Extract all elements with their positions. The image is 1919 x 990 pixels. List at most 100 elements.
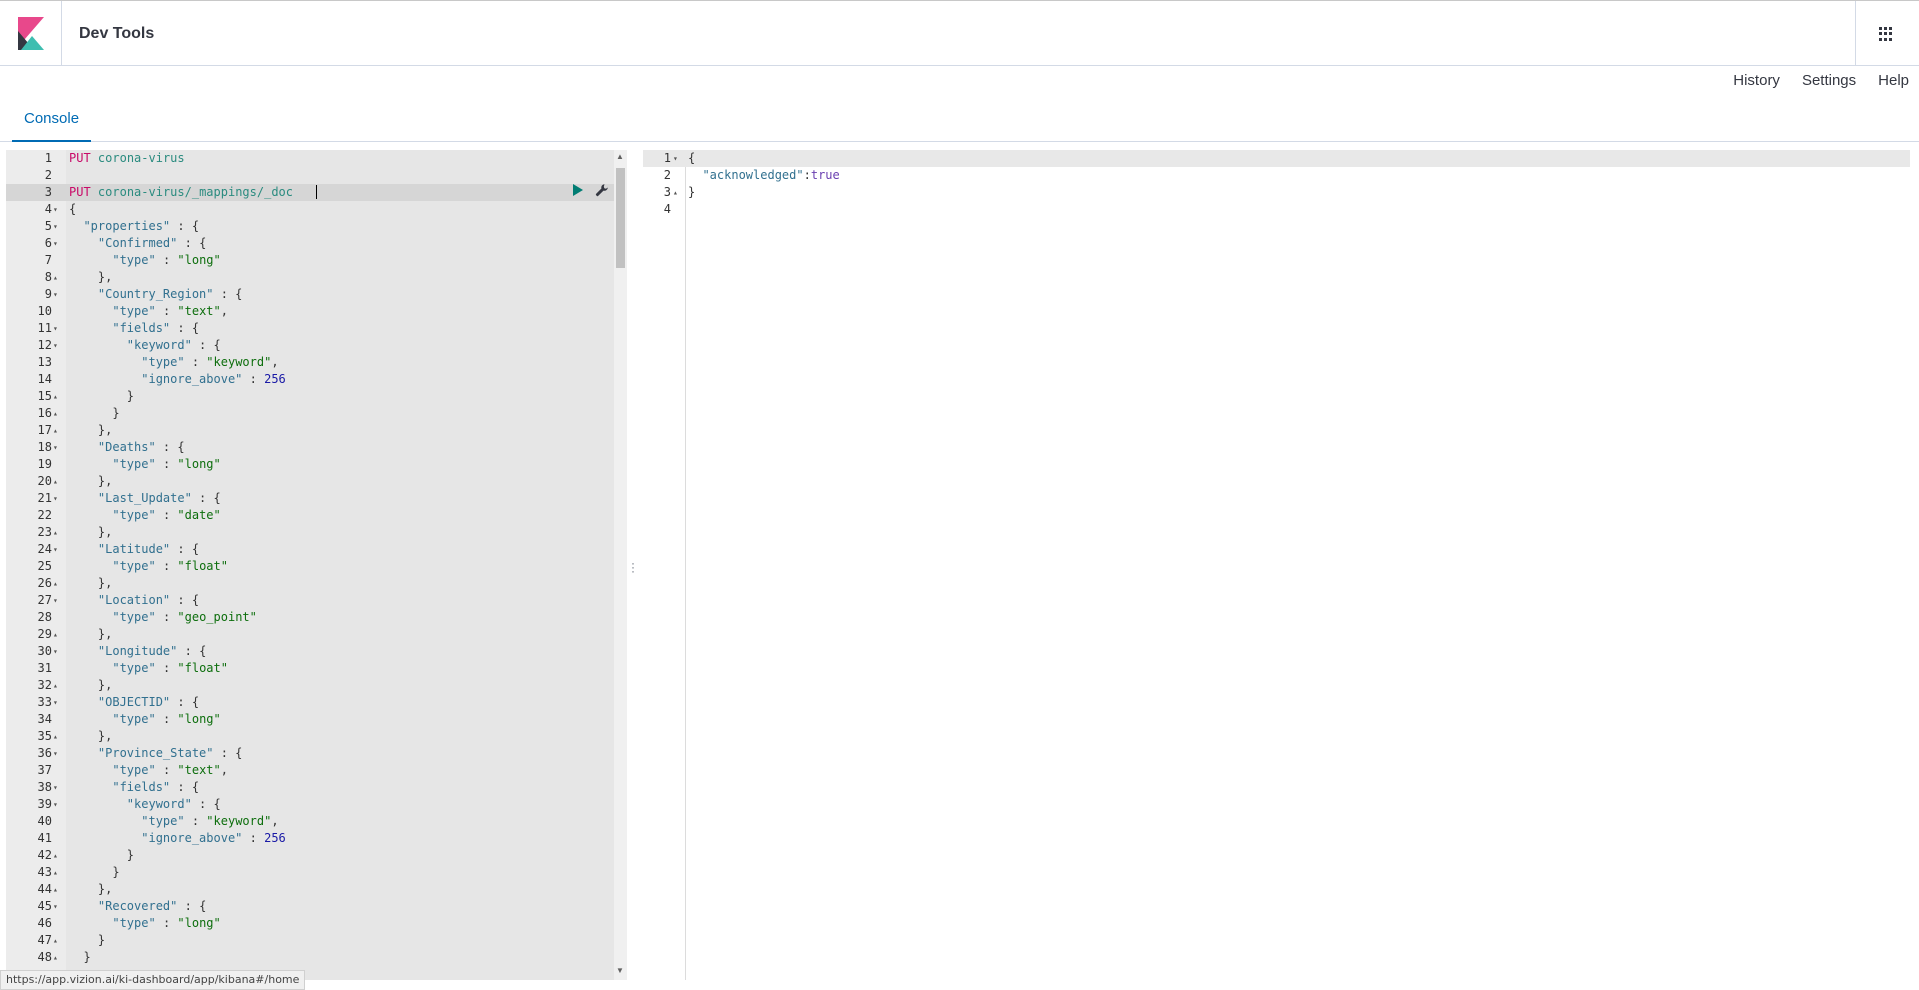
editor-line[interactable]: 8 ▴ },	[6, 269, 627, 286]
editor-line[interactable]: 46 "type" : "long"	[6, 915, 627, 932]
kibana-logo[interactable]	[18, 17, 44, 50]
help-link[interactable]: Help	[1878, 72, 1909, 92]
editor-line[interactable]: 44 ▴ },	[6, 881, 627, 898]
editor-line[interactable]: 2	[6, 167, 627, 184]
fold-arrow-icon[interactable]: ▴	[53, 473, 63, 490]
line-number: 29	[37, 627, 52, 641]
editor-line[interactable]: 41 "ignore_above" : 256	[6, 830, 627, 847]
editor-line[interactable]: 45 ▾ "Recovered" : {	[6, 898, 627, 915]
editor-line[interactable]: 24 ▾ "Latitude" : {	[6, 541, 627, 558]
fold-arrow-icon[interactable]: ▾	[53, 745, 63, 762]
fold-arrow-icon[interactable]: ▴	[53, 847, 63, 864]
editor-line[interactable]: 25 "type" : "float"	[6, 558, 627, 575]
editor-line[interactable]: 9 ▾ "Country_Region" : {	[6, 286, 627, 303]
editor-line[interactable]: 27 ▾ "Location" : {	[6, 592, 627, 609]
editor-line[interactable]: 26 ▴ },	[6, 575, 627, 592]
fold-arrow-icon[interactable]: ▾	[53, 337, 63, 354]
fold-arrow-icon[interactable]: ▴	[53, 626, 63, 643]
editor-line[interactable]: 33 ▾ "OBJECTID" : {	[6, 694, 627, 711]
fold-arrow-icon[interactable]: ▴	[53, 728, 63, 745]
settings-link[interactable]: Settings	[1802, 72, 1856, 92]
editor-line[interactable]: 22 "type" : "date"	[6, 507, 627, 524]
scroll-up-arrow-icon[interactable]: ▲	[616, 152, 624, 161]
code-text: "type" : "long"	[112, 712, 221, 726]
fold-arrow-icon[interactable]: ▴	[53, 388, 63, 405]
fold-arrow-icon[interactable]: ▴	[53, 269, 63, 286]
editor-line[interactable]: 12 ▾ "keyword" : {	[6, 337, 627, 354]
editor-line[interactable]: 30 ▾ "Longitude" : {	[6, 643, 627, 660]
editor-line[interactable]: 23 ▴ },	[6, 524, 627, 541]
editor-line[interactable]: 7 "type" : "long"	[6, 252, 627, 269]
app-title: Dev Tools	[79, 25, 155, 42]
scroll-thumb[interactable]	[616, 168, 625, 268]
fold-arrow-icon[interactable]: ▴	[53, 949, 63, 966]
fold-arrow-icon[interactable]: ▴	[53, 524, 63, 541]
editor-line[interactable]: 11 ▾ "fields" : {	[6, 320, 627, 337]
line-number: 2	[44, 168, 52, 182]
response-output[interactable]: 1 ▾{2 "acknowledged":true 3 ▴} 4	[643, 150, 1910, 980]
app-grid-icon[interactable]	[1879, 27, 1893, 41]
fold-arrow-icon[interactable]: ▾	[53, 286, 63, 303]
fold-arrow-icon[interactable]: ▴	[53, 575, 63, 592]
fold-arrow-icon[interactable]: ▴	[53, 405, 63, 422]
editor-scrollbar[interactable]: ▲ ▼	[614, 150, 627, 980]
fold-arrow-icon[interactable]: ▾	[53, 439, 63, 456]
editor-line[interactable]: 17 ▴ },	[6, 422, 627, 439]
editor-line[interactable]: 21 ▾ "Last_Update" : {	[6, 490, 627, 507]
panel-resizer[interactable]: · · ·	[631, 557, 637, 577]
fold-arrow-icon[interactable]: ▾	[53, 490, 63, 507]
fold-arrow-icon[interactable]: ▾	[53, 796, 63, 813]
request-editor[interactable]: 1 PUT corona-virus 2 3 PUT corona-virus/_map…	[6, 150, 627, 980]
fold-arrow-icon[interactable]: ▴	[53, 864, 63, 881]
fold-arrow-icon[interactable]: ▾	[53, 592, 63, 609]
editor-line[interactable]: 13 "type" : "keyword",	[6, 354, 627, 371]
editor-line[interactable]: 18 ▾ "Deaths" : {	[6, 439, 627, 456]
wrench-icon[interactable]	[595, 183, 609, 197]
editor-line[interactable]: 32 ▴ },	[6, 677, 627, 694]
fold-arrow-icon[interactable]: ▴	[53, 881, 63, 898]
editor-line[interactable]: 19 "type" : "long"	[6, 456, 627, 473]
fold-arrow-icon[interactable]: ▴	[53, 932, 63, 949]
editor-line[interactable]: 29 ▴ },	[6, 626, 627, 643]
play-icon[interactable]	[573, 184, 583, 196]
editor-line[interactable]: 6 ▾ "Confirmed" : {	[6, 235, 627, 252]
editor-line[interactable]: 34 "type" : "long"	[6, 711, 627, 728]
history-link[interactable]: History	[1733, 72, 1780, 92]
editor-line[interactable]: 40 "type" : "keyword",	[6, 813, 627, 830]
fold-arrow-icon[interactable]: ▾	[53, 541, 63, 558]
fold-arrow-icon[interactable]: ▾	[53, 218, 63, 235]
editor-line[interactable]: 10 "type" : "text",	[6, 303, 627, 320]
editor-line[interactable]: 43 ▴ }	[6, 864, 627, 881]
fold-arrow-icon[interactable]: ▾	[53, 320, 63, 337]
editor-line[interactable]: 1 PUT corona-virus	[6, 150, 627, 167]
editor-line[interactable]: 47 ▴ }	[6, 932, 627, 949]
editor-line[interactable]: 20 ▴ },	[6, 473, 627, 490]
editor-line[interactable]: 16 ▴ }	[6, 405, 627, 422]
editor-line[interactable]: 28 "type" : "geo_point"	[6, 609, 627, 626]
editor-line[interactable]: 38 ▾ "fields" : {	[6, 779, 627, 796]
scroll-down-arrow-icon[interactable]: ▼	[616, 966, 624, 975]
editor-line[interactable]: 42 ▴ }	[6, 847, 627, 864]
fold-arrow-icon[interactable]: ▾	[53, 898, 63, 915]
line-number: 4	[44, 202, 52, 216]
fold-arrow-icon[interactable]: ▾	[53, 643, 63, 660]
fold-arrow-icon[interactable]: ▾	[53, 201, 63, 218]
editor-line[interactable]: 37 "type" : "text",	[6, 762, 627, 779]
fold-arrow-icon[interactable]: ▾	[53, 779, 63, 796]
fold-arrow-icon[interactable]: ▾	[53, 694, 63, 711]
editor-line[interactable]: 4 ▾ {	[6, 201, 627, 218]
editor-line[interactable]: 15 ▴ }	[6, 388, 627, 405]
fold-arrow-icon[interactable]: ▴	[673, 184, 683, 201]
editor-line[interactable]: 31 "type" : "float"	[6, 660, 627, 677]
editor-line[interactable]: 36 ▾ "Province_State" : {	[6, 745, 627, 762]
editor-line[interactable]: 14 "ignore_above" : 256	[6, 371, 627, 388]
fold-arrow-icon[interactable]: ▾	[53, 235, 63, 252]
editor-line[interactable]: 48 ▴ }	[6, 949, 627, 966]
fold-arrow-icon[interactable]: ▴	[53, 677, 63, 694]
fold-arrow-icon[interactable]: ▴	[53, 422, 63, 439]
editor-line[interactable]: 5 ▾ "properties" : {	[6, 218, 627, 235]
editor-line[interactable]: 39 ▾ "keyword" : {	[6, 796, 627, 813]
editor-line[interactable]: 35 ▴ },	[6, 728, 627, 745]
fold-arrow-icon[interactable]: ▾	[673, 150, 683, 167]
tab-console[interactable]: Console	[12, 104, 92, 142]
